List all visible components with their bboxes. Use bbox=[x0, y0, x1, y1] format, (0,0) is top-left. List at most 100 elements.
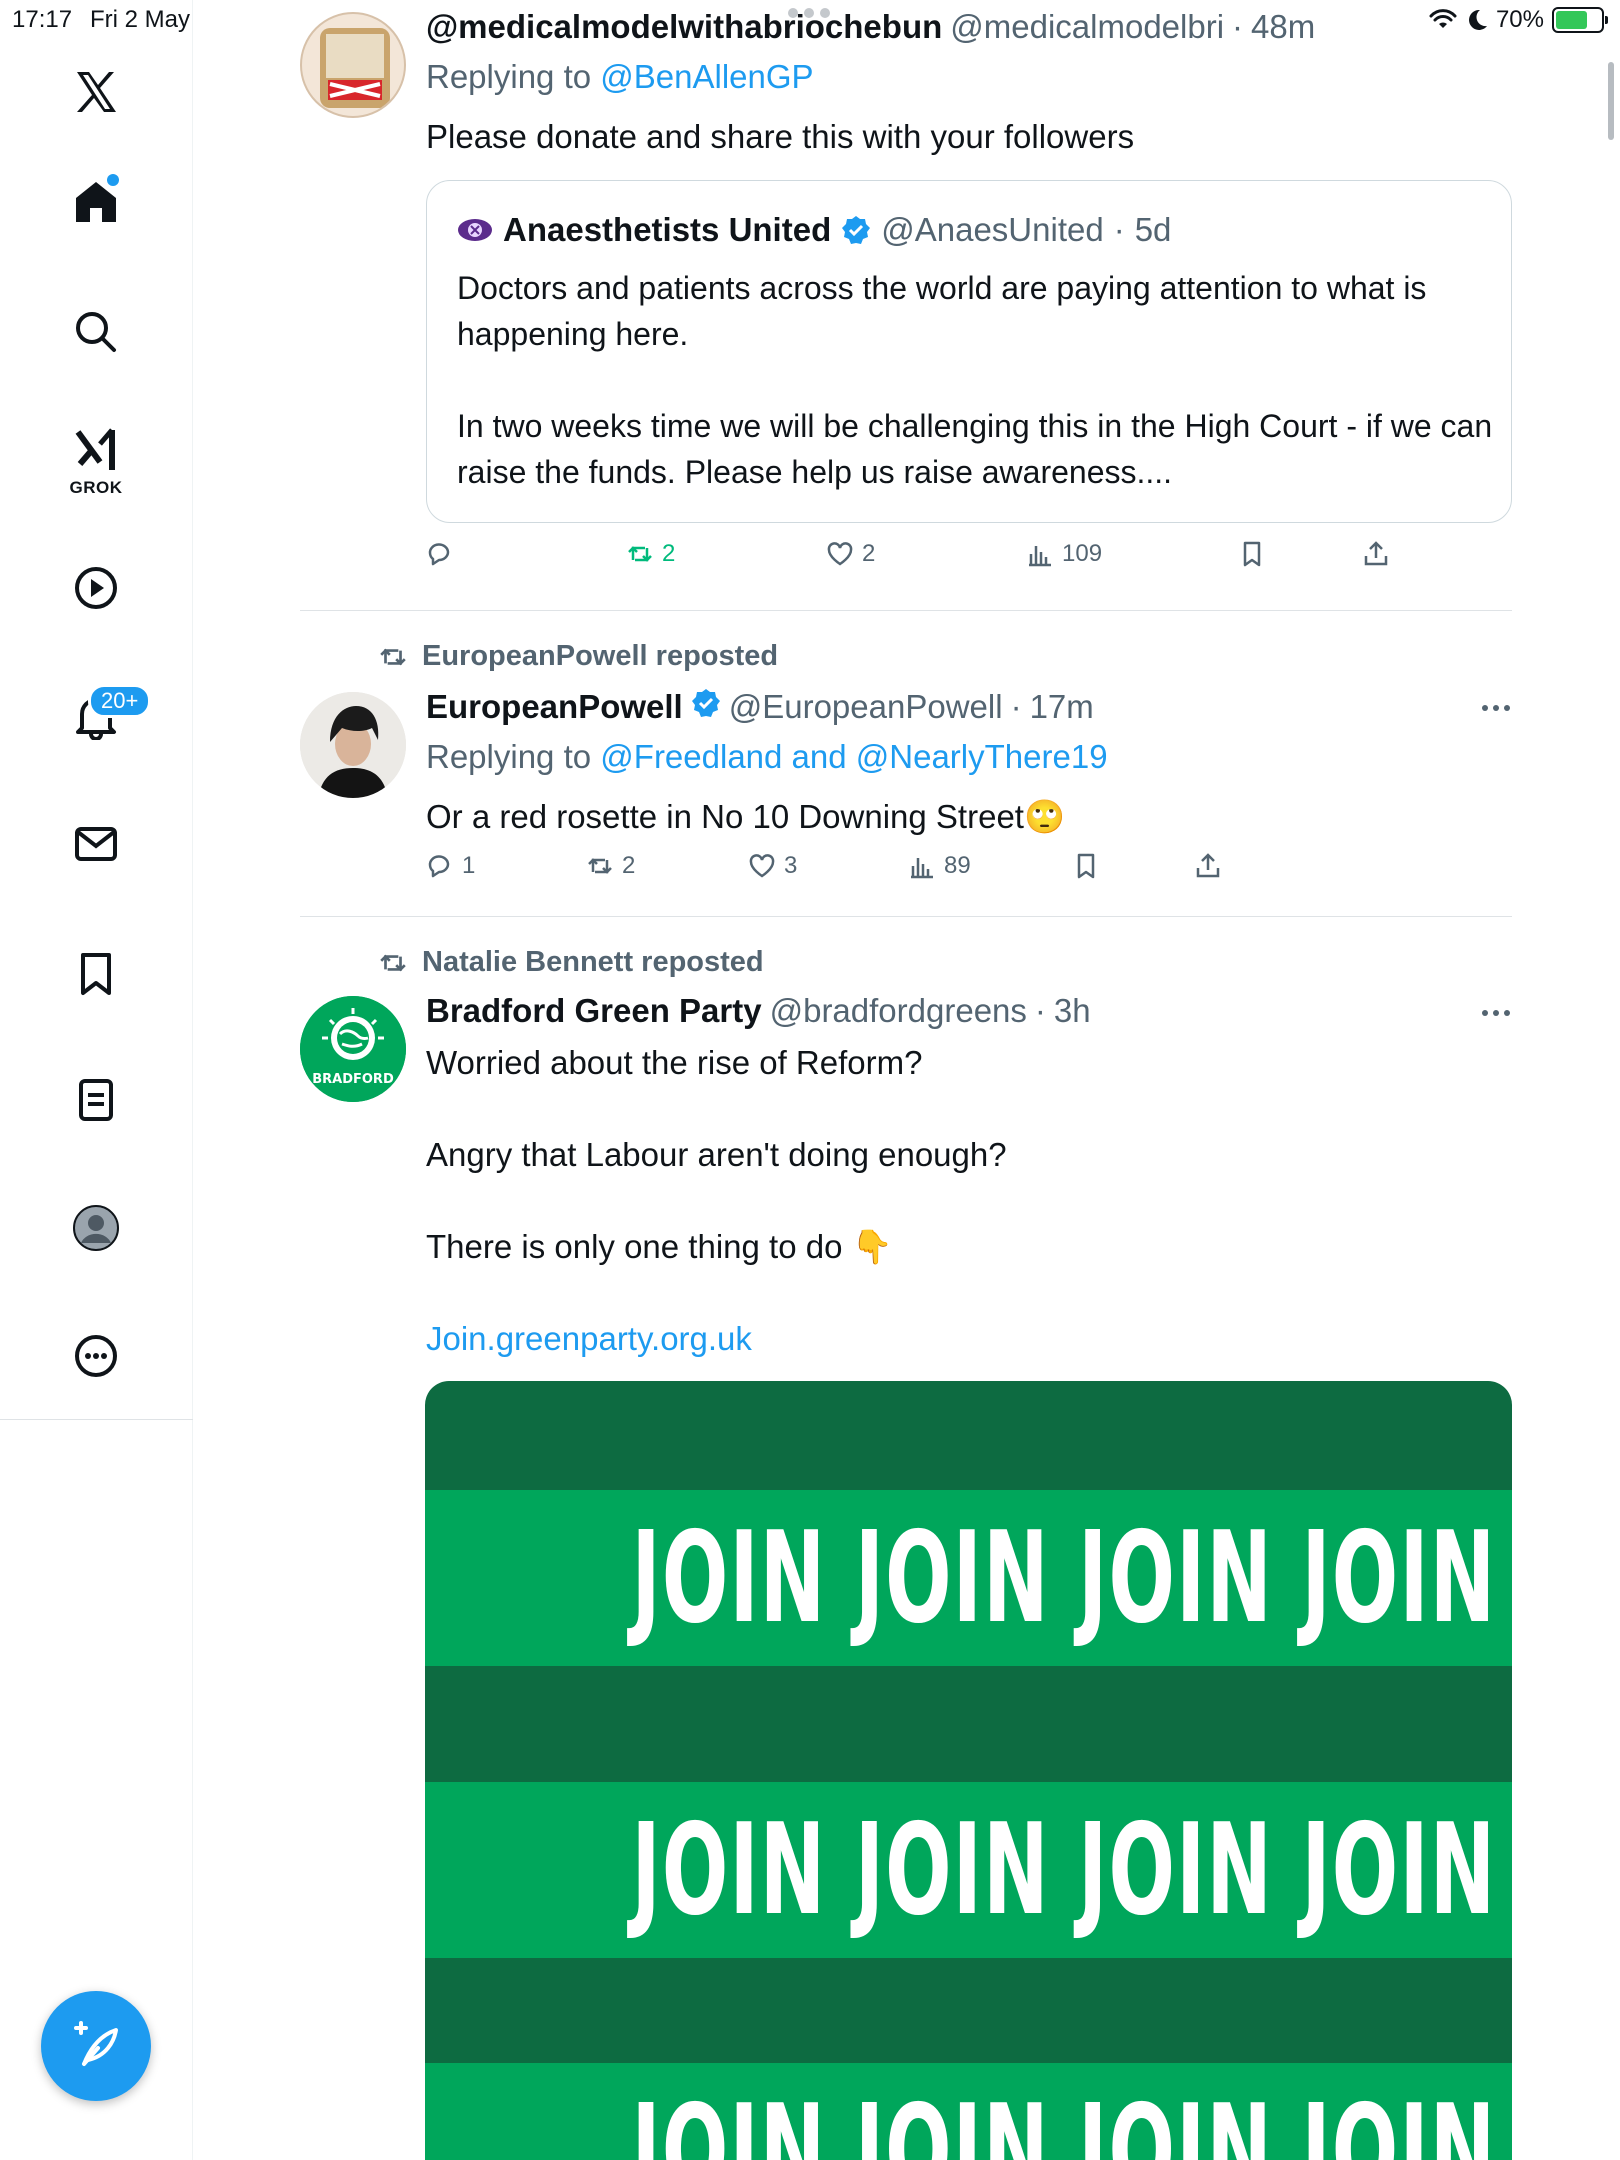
join-banner-band: JOIN JOIN JOIN JOIN bbox=[425, 2063, 1512, 2160]
author-name[interactable]: Bradford Green Party bbox=[426, 992, 762, 1030]
repost-icon bbox=[628, 546, 652, 562]
repost-attribution[interactable]: EuropeanPowell reposted bbox=[422, 640, 778, 673]
x-logo-icon[interactable] bbox=[66, 62, 126, 122]
dot-separator: · bbox=[1034, 992, 1046, 1029]
quote-paragraph: Doctors and patients across the world ar… bbox=[457, 270, 1427, 352]
join-banner-band: JOIN JOIN JOIN JOIN bbox=[425, 1490, 1512, 1666]
author-handle[interactable]: @bradfordgreens bbox=[770, 992, 1027, 1030]
verified-badge-icon bbox=[691, 689, 720, 717]
share-icon bbox=[1364, 541, 1388, 566]
tweet-link[interactable]: Join.greenparty.org.uk bbox=[426, 1316, 1506, 1362]
tweet-actions: 2 2 109 bbox=[426, 540, 1512, 580]
replying-to: Replying to @Freedland and @NearlyThere1… bbox=[426, 738, 1108, 776]
more-options-button[interactable] bbox=[1476, 1003, 1516, 1023]
tweet-text: Please donate and share this with your f… bbox=[426, 118, 1135, 155]
repost-attribution[interactable]: Natalie Bennett reposted bbox=[422, 946, 764, 979]
repost-icon bbox=[380, 954, 406, 971]
repost-icon bbox=[588, 858, 612, 874]
repost-icon bbox=[380, 648, 406, 665]
dot-separator: · bbox=[1232, 8, 1244, 45]
join-text: JOIN JOIN JOIN JOIN bbox=[631, 1796, 1497, 1943]
repost-button[interactable]: 2 bbox=[586, 852, 635, 880]
bookmark-icon bbox=[1243, 541, 1261, 567]
bookmark-button[interactable] bbox=[1238, 540, 1266, 568]
like-count: 3 bbox=[784, 852, 798, 879]
tweet-separator bbox=[300, 916, 1512, 917]
home-unread-dot bbox=[107, 174, 119, 186]
more-options-button[interactable] bbox=[1476, 698, 1516, 718]
quote-avatar bbox=[458, 219, 492, 241]
quote-paragraph: In two weeks time we will be challenging… bbox=[457, 408, 1493, 490]
repost-count: 2 bbox=[622, 852, 636, 879]
post-time[interactable]: 3h bbox=[1054, 992, 1091, 1030]
reply-button[interactable]: 1 bbox=[426, 852, 475, 880]
video-play-icon[interactable] bbox=[66, 558, 126, 618]
tweet-text: Worried about the rise of Reform? Angry … bbox=[426, 1040, 1506, 1362]
quote-author-name: Anaesthetists United bbox=[503, 211, 832, 248]
share-button[interactable] bbox=[1362, 540, 1390, 568]
tweet-avatar[interactable]: BRADFORD bbox=[300, 996, 406, 1102]
grok-label: GROK bbox=[69, 478, 123, 497]
author-name[interactable]: @medicalmodelwithabriochebun bbox=[426, 8, 942, 46]
bookmarks-icon[interactable] bbox=[66, 944, 126, 1004]
tweet-paragraph: Angry that Labour aren't doing enough? bbox=[426, 1136, 1007, 1173]
compose-post-button[interactable] bbox=[41, 1991, 151, 2101]
reply-icon bbox=[428, 855, 450, 878]
replying-prefix: Replying to bbox=[426, 58, 592, 95]
share-icon bbox=[1196, 853, 1220, 878]
heart-icon bbox=[827, 542, 853, 566]
messages-icon[interactable] bbox=[66, 814, 126, 874]
quote-author-handle: @AnaesUnited bbox=[881, 211, 1104, 248]
view-count: 89 bbox=[944, 852, 971, 879]
tweet-paragraph: Worried about the rise of Reform? bbox=[426, 1044, 923, 1081]
sidebar: GROK 20+ bbox=[0, 0, 193, 2160]
views-chart-icon bbox=[1029, 546, 1051, 567]
author-handle[interactable]: @EuropeanPowell bbox=[729, 688, 1003, 726]
profile-avatar-icon[interactable] bbox=[66, 1198, 126, 1258]
like-button[interactable]: 2 bbox=[826, 540, 875, 568]
avatar-label: BRADFORD bbox=[312, 1072, 394, 1087]
tweet-text: Or a red rosette in No 10 Downing Street… bbox=[426, 798, 1066, 835]
notifications-badge: 20+ bbox=[88, 684, 152, 718]
heart-icon bbox=[749, 854, 775, 878]
sidebar-divider bbox=[0, 1419, 193, 1420]
search-icon[interactable] bbox=[66, 302, 126, 362]
repost-button[interactable]: 2 bbox=[626, 540, 675, 568]
scrollbar[interactable] bbox=[1608, 62, 1614, 140]
dot-separator: · bbox=[1010, 688, 1022, 725]
replying-to: Replying to @BenAllenGP bbox=[426, 58, 814, 96]
more-options-icon[interactable] bbox=[66, 1326, 126, 1386]
replying-to-link[interactable]: @Freedland and @NearlyThere19 bbox=[600, 738, 1107, 775]
bookmark-icon bbox=[1077, 853, 1095, 879]
post-time[interactable]: 48m bbox=[1251, 8, 1315, 46]
moon-icon bbox=[1468, 9, 1487, 30]
join-banner-band: JOIN JOIN JOIN JOIN bbox=[425, 1782, 1512, 1958]
view-count: 109 bbox=[1062, 540, 1103, 567]
tweet-media-image[interactable]: JOIN JOIN JOIN JOIN JOIN JOIN JOIN JOIN … bbox=[425, 1381, 1512, 2160]
like-count: 2 bbox=[862, 540, 876, 567]
replying-to-link[interactable]: @BenAllenGP bbox=[600, 58, 813, 95]
wifi-icon bbox=[1429, 9, 1457, 28]
like-button[interactable]: 3 bbox=[748, 852, 797, 880]
bookmark-button[interactable] bbox=[1072, 852, 1100, 880]
views-button[interactable]: 89 bbox=[908, 852, 971, 880]
views-button[interactable]: 109 bbox=[1026, 540, 1102, 568]
quote-text: Doctors and patients across the world ar… bbox=[457, 265, 1497, 495]
reply-button[interactable] bbox=[426, 540, 462, 568]
quoted-tweet[interactable]: Anaesthetists United @AnaesUnited · 5d D… bbox=[426, 180, 1512, 523]
grok-icon[interactable] bbox=[66, 420, 126, 480]
lists-icon[interactable] bbox=[66, 1070, 126, 1130]
dot-separator: · bbox=[1113, 211, 1125, 248]
tweet-avatar[interactable] bbox=[300, 692, 406, 798]
quote-post-time: 5d bbox=[1134, 211, 1172, 248]
author-name[interactable]: EuropeanPowell bbox=[426, 688, 683, 726]
share-button[interactable] bbox=[1194, 852, 1222, 880]
post-time[interactable]: 17m bbox=[1030, 688, 1094, 726]
tweet-avatar[interactable] bbox=[300, 12, 406, 118]
views-chart-icon bbox=[911, 858, 933, 879]
reply-count: 1 bbox=[462, 852, 476, 879]
join-text: JOIN JOIN JOIN JOIN bbox=[631, 2077, 1497, 2160]
repost-count: 2 bbox=[662, 540, 676, 567]
author-handle[interactable]: @medicalmodelbri bbox=[950, 8, 1224, 46]
join-text: JOIN JOIN JOIN JOIN bbox=[631, 1504, 1497, 1651]
